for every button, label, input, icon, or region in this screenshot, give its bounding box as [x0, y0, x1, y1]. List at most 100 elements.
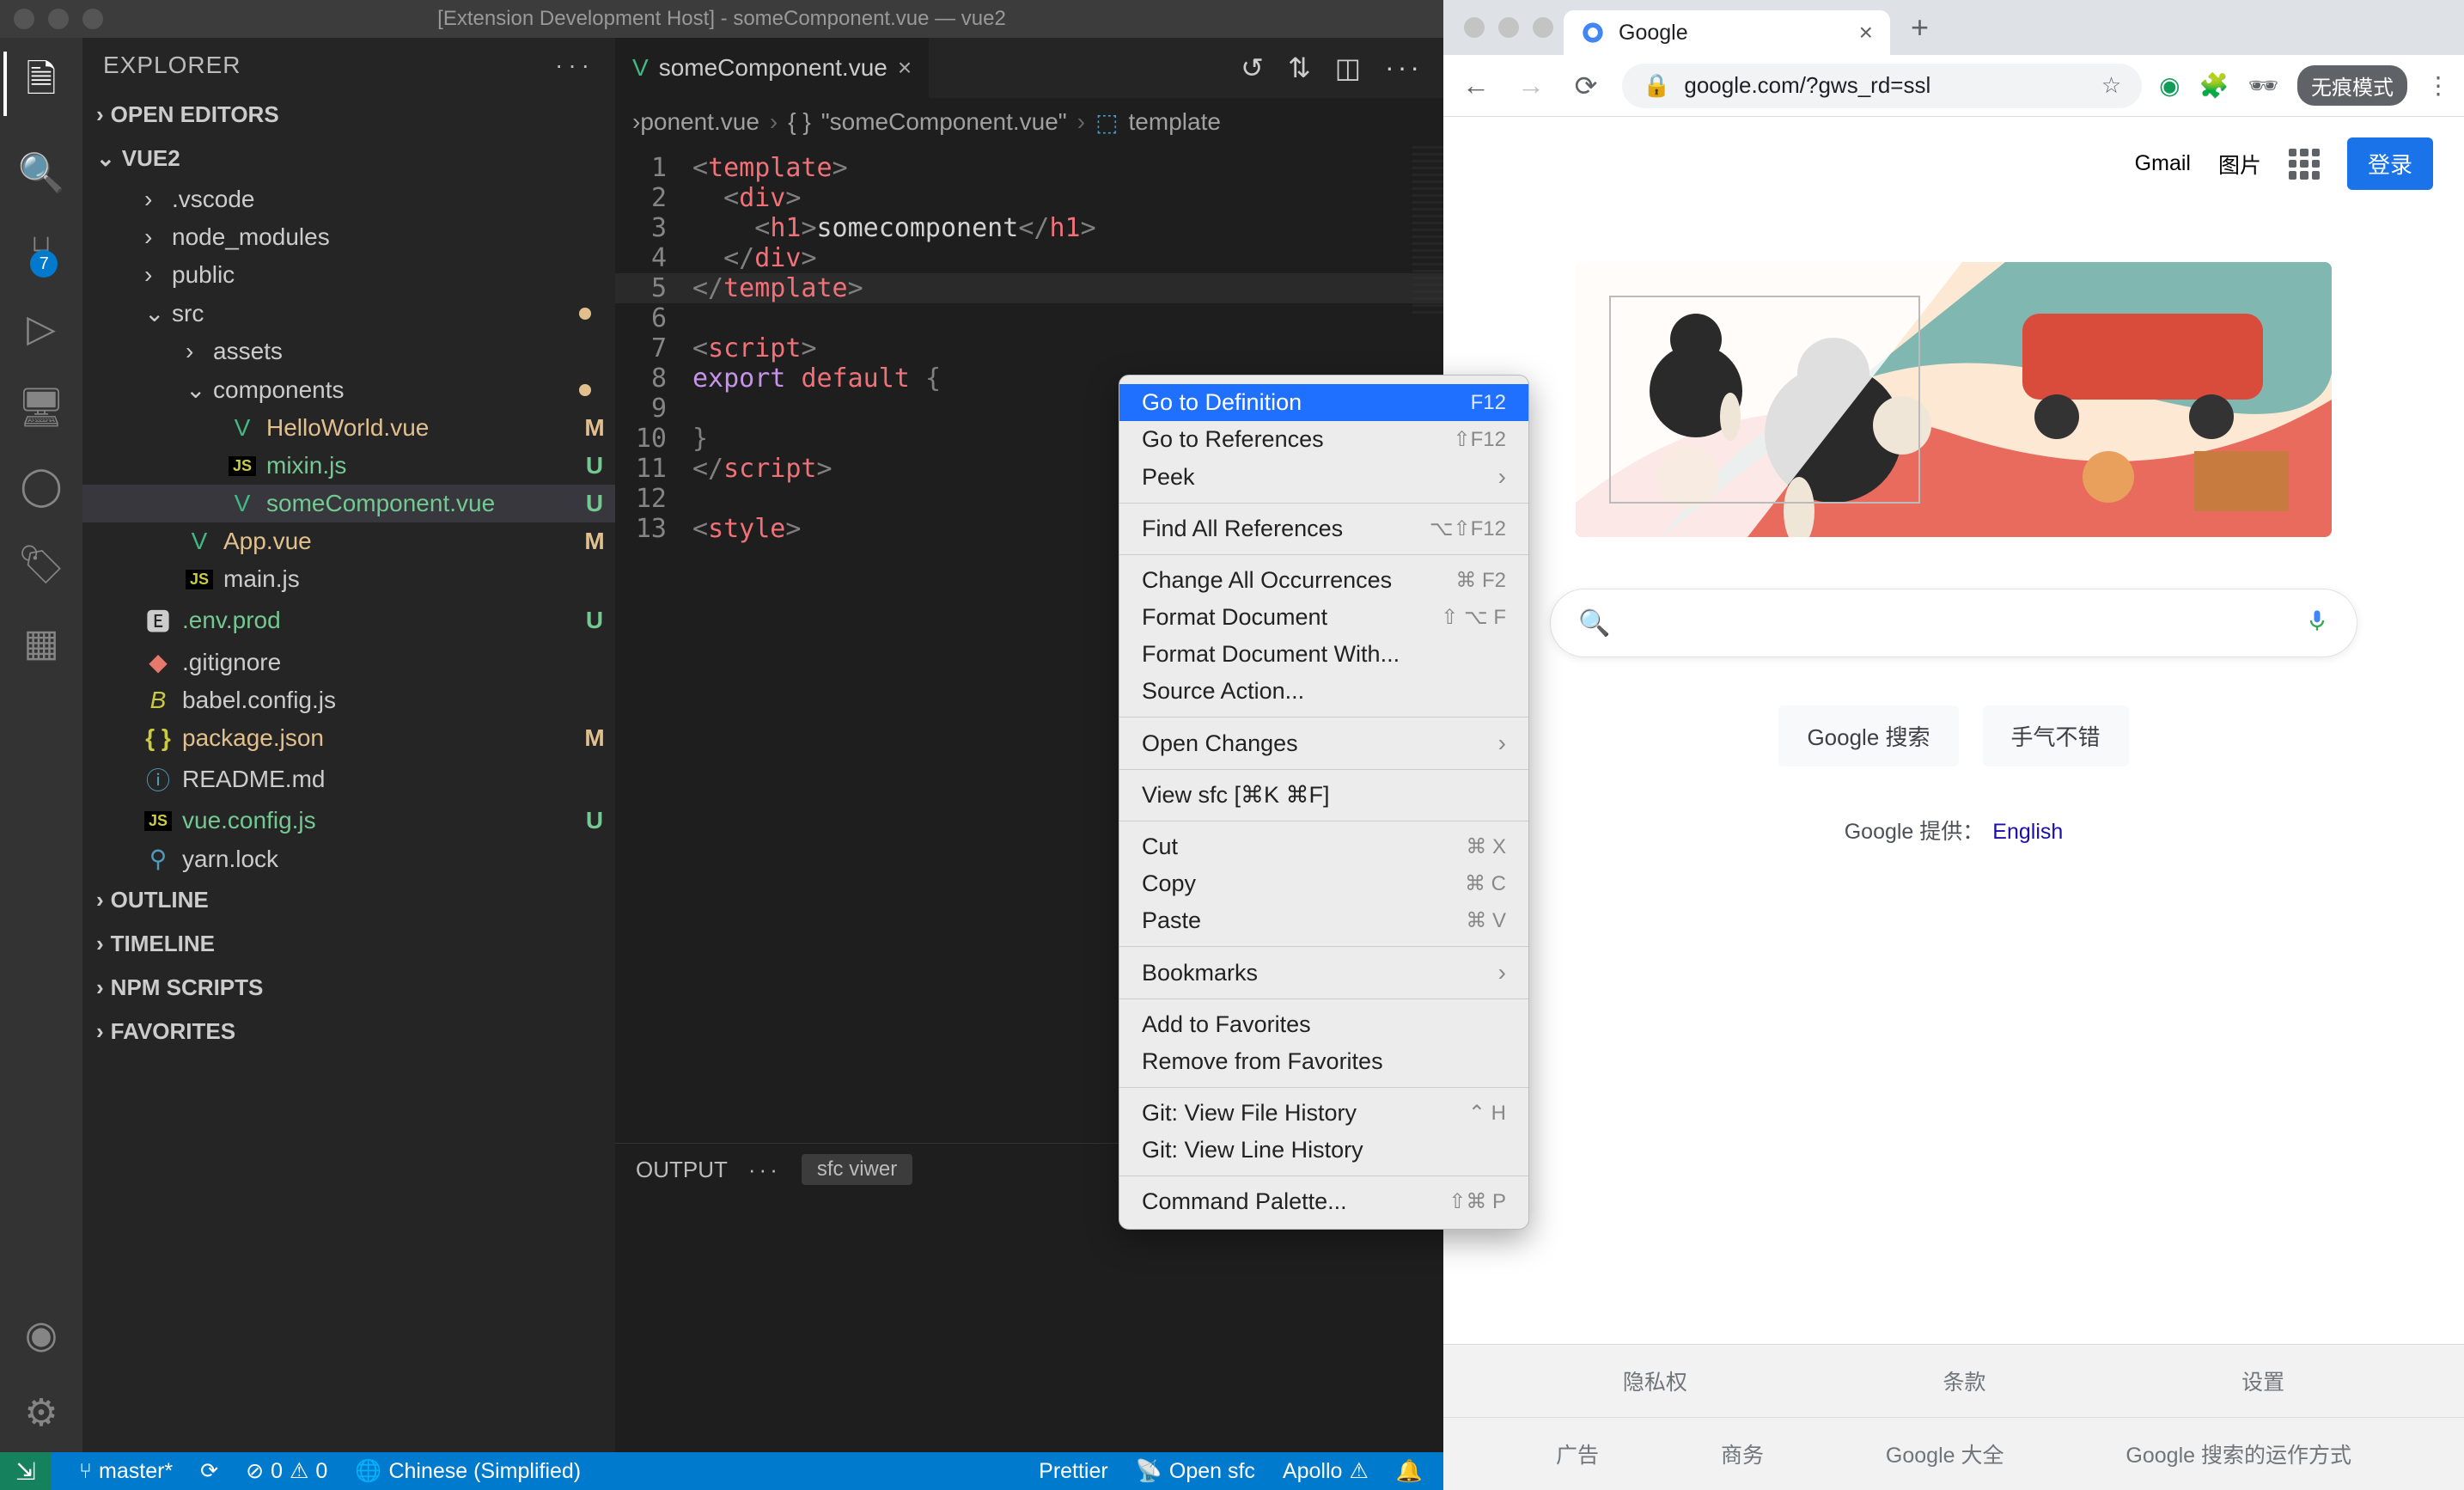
menu-command-palette[interactable]: Command Palette...⇧⌘ P [1119, 1183, 1528, 1220]
file-readme[interactable]: ⓘREADME.md [82, 757, 615, 802]
signin-button[interactable]: 登录 [2347, 137, 2433, 190]
google-doodle[interactable]: ↗ [1576, 262, 2332, 537]
apps-grid-icon[interactable] [2289, 149, 2320, 180]
menu-git-file-history[interactable]: Git: View File History⌃ H [1119, 1095, 1528, 1132]
open-editors-section[interactable]: ›OPEN EDITORS [82, 93, 615, 137]
about-link[interactable]: Google 大全 [1886, 1438, 2004, 1469]
menu-icon[interactable]: ⋮ [2426, 71, 2450, 100]
menu-go-to-references[interactable]: Go to References⇧F12 [1119, 421, 1528, 458]
menu-paste[interactable]: Paste⌘ V [1119, 902, 1528, 939]
sync-icon[interactable]: ⟳ [200, 1458, 218, 1484]
file-mixin[interactable]: JSmixin.jsU [82, 447, 615, 485]
problems-indicator[interactable]: ⊘0 ⚠0 [246, 1458, 327, 1484]
menu-peek[interactable]: Peek [1119, 458, 1528, 496]
new-tab-button[interactable]: + [1890, 9, 1949, 46]
outline-section[interactable]: ›OUTLINE [82, 878, 615, 922]
file-gitignore[interactable]: ◆.gitignore [82, 643, 615, 681]
bookmark-star-icon[interactable]: ☆ [2101, 72, 2121, 99]
file-main[interactable]: JSmain.js [82, 560, 615, 598]
mac-traffic-lights[interactable] [14, 9, 103, 29]
file-envprod[interactable]: 🅴.env.prodU [82, 598, 615, 643]
minimap[interactable] [1412, 146, 1443, 318]
lucky-button[interactable]: 手气不错 [1983, 705, 2129, 766]
open-sfc-status[interactable]: 📡Open sfc [1136, 1459, 1255, 1484]
file-package[interactable]: { }package.jsonM [82, 719, 615, 757]
explorer-icon[interactable]: 🗎 [26, 52, 56, 116]
accounts-icon[interactable]: ◉ [25, 1313, 58, 1357]
browser-tab[interactable]: Google × [1564, 10, 1890, 55]
menu-git-line-history[interactable]: Git: View Line History [1119, 1132, 1528, 1169]
menu-change-all-occurrences[interactable]: Change All Occurrences⌘ F2 [1119, 562, 1528, 599]
file-app[interactable]: VApp.vueM [82, 522, 615, 560]
split-editor-icon[interactable]: ◫ [1335, 52, 1361, 84]
favorites-section[interactable]: ›FAVORITES [82, 1010, 615, 1053]
more-icon[interactable]: ··· [555, 52, 595, 79]
search-icon[interactable]: 🔍 [18, 150, 65, 195]
settings-link[interactable]: 设置 [2241, 1365, 2284, 1396]
ads-link[interactable]: 广告 [1556, 1438, 1599, 1469]
menu-open-changes[interactable]: Open Changes [1119, 724, 1528, 762]
mac-traffic-lights[interactable] [1464, 17, 1553, 38]
bookmark-icon[interactable]: 🏷 [17, 542, 65, 587]
search-box[interactable]: 🔍 [1550, 589, 2357, 657]
privacy-link[interactable]: 隐私权 [1623, 1365, 1687, 1396]
file-yarn[interactable]: ⚲yarn.lock [82, 840, 615, 878]
menu-bookmarks[interactable]: Bookmarks [1119, 954, 1528, 992]
debug-icon[interactable]: ▷ [27, 307, 56, 351]
how-search-works-link[interactable]: Google 搜索的运作方式 [2126, 1438, 2351, 1469]
menu-format-document-with[interactable]: Format Document With... [1119, 636, 1528, 673]
file-helloworld[interactable]: VHelloWorld.vueM [82, 409, 615, 447]
folder-components[interactable]: ⌄components [82, 370, 615, 409]
file-vueconfig[interactable]: JSvue.config.jsU [82, 802, 615, 840]
extension-icon[interactable]: ◉ [2159, 71, 2180, 100]
git-branch[interactable]: ⑂master* [79, 1459, 173, 1484]
google-search-button[interactable]: Google 搜索 [1778, 705, 1958, 766]
settings-gear-icon[interactable]: ⚙ [24, 1391, 58, 1435]
close-icon[interactable]: × [898, 54, 912, 82]
prettier-status[interactable]: Prettier [1039, 1459, 1108, 1484]
address-bar[interactable]: 🔒 google.com/?gws_rd=ssl ☆ [1622, 64, 2142, 108]
folder-public[interactable]: ›public [82, 256, 615, 294]
gmail-link[interactable]: Gmail [2135, 151, 2191, 176]
file-babel[interactable]: Bbabel.config.js [82, 681, 615, 719]
breadcrumb[interactable]: ›ponent.vue› { } "someComponent.vue"› ⬚ … [615, 98, 1443, 146]
folder-vscode[interactable]: ›.vscode [82, 180, 615, 218]
output-channel-dropdown[interactable]: sfc viwer [802, 1154, 912, 1185]
history-icon[interactable]: ↺ [1241, 52, 1264, 84]
menu-add-favorites[interactable]: Add to Favorites [1119, 1006, 1528, 1043]
menu-copy[interactable]: Copy⌘ C [1119, 865, 1528, 902]
folder-assets[interactable]: ›assets [82, 333, 615, 370]
project-section[interactable]: ⌄VUE2 [82, 137, 615, 180]
extensions-puzzle-icon[interactable]: 🧩 [2199, 71, 2229, 100]
folder-src[interactable]: ⌄src [82, 294, 615, 333]
timeline-section[interactable]: ›TIMELINE [82, 922, 615, 966]
voice-search-icon[interactable] [2305, 608, 2329, 639]
language-indicator[interactable]: 🌐Chinese (Simplified) [355, 1459, 581, 1484]
menu-cut[interactable]: Cut⌘ X [1119, 828, 1528, 865]
source-control-icon[interactable]: ⑂7 [30, 229, 52, 272]
menu-view-sfc[interactable]: View sfc [⌘K ⌘F] [1119, 777, 1528, 814]
menu-go-to-definition[interactable]: Go to DefinitionF12 [1119, 384, 1528, 421]
compare-icon[interactable]: ⇅ [1288, 52, 1311, 84]
file-somecomponent[interactable]: VsomeComponent.vueU [82, 485, 615, 522]
english-link[interactable]: English [1992, 820, 2063, 844]
output-tab[interactable]: OUTPUT [636, 1157, 728, 1183]
editor-tab[interactable]: V someComponent.vue × [615, 38, 930, 98]
remote-explorer-icon[interactable]: 🖥 [17, 385, 65, 430]
folder-node-modules[interactable]: ›node_modules [82, 218, 615, 256]
images-link[interactable]: 图片 [2218, 149, 2261, 180]
npm-scripts-section[interactable]: ›NPM SCRIPTS [82, 966, 615, 1010]
menu-source-action[interactable]: Source Action... [1119, 673, 1528, 710]
menu-remove-favorites[interactable]: Remove from Favorites [1119, 1043, 1528, 1080]
close-icon[interactable]: × [1859, 19, 1873, 46]
reload-button[interactable]: ⟳ [1567, 70, 1605, 102]
forward-button[interactable]: → [1512, 70, 1550, 101]
terms-link[interactable]: 条款 [1943, 1365, 1985, 1396]
apollo-status[interactable]: Apollo ⚠ [1283, 1458, 1369, 1484]
business-link[interactable]: 商务 [1721, 1438, 1764, 1469]
edge-icon[interactable]: ◯ [20, 464, 62, 508]
extensions-icon[interactable]: ▦ [23, 621, 59, 665]
more-icon[interactable]: ··· [748, 1157, 781, 1183]
menu-format-document[interactable]: Format Document⇧ ⌥ F [1119, 599, 1528, 636]
back-button[interactable]: ← [1457, 70, 1495, 101]
